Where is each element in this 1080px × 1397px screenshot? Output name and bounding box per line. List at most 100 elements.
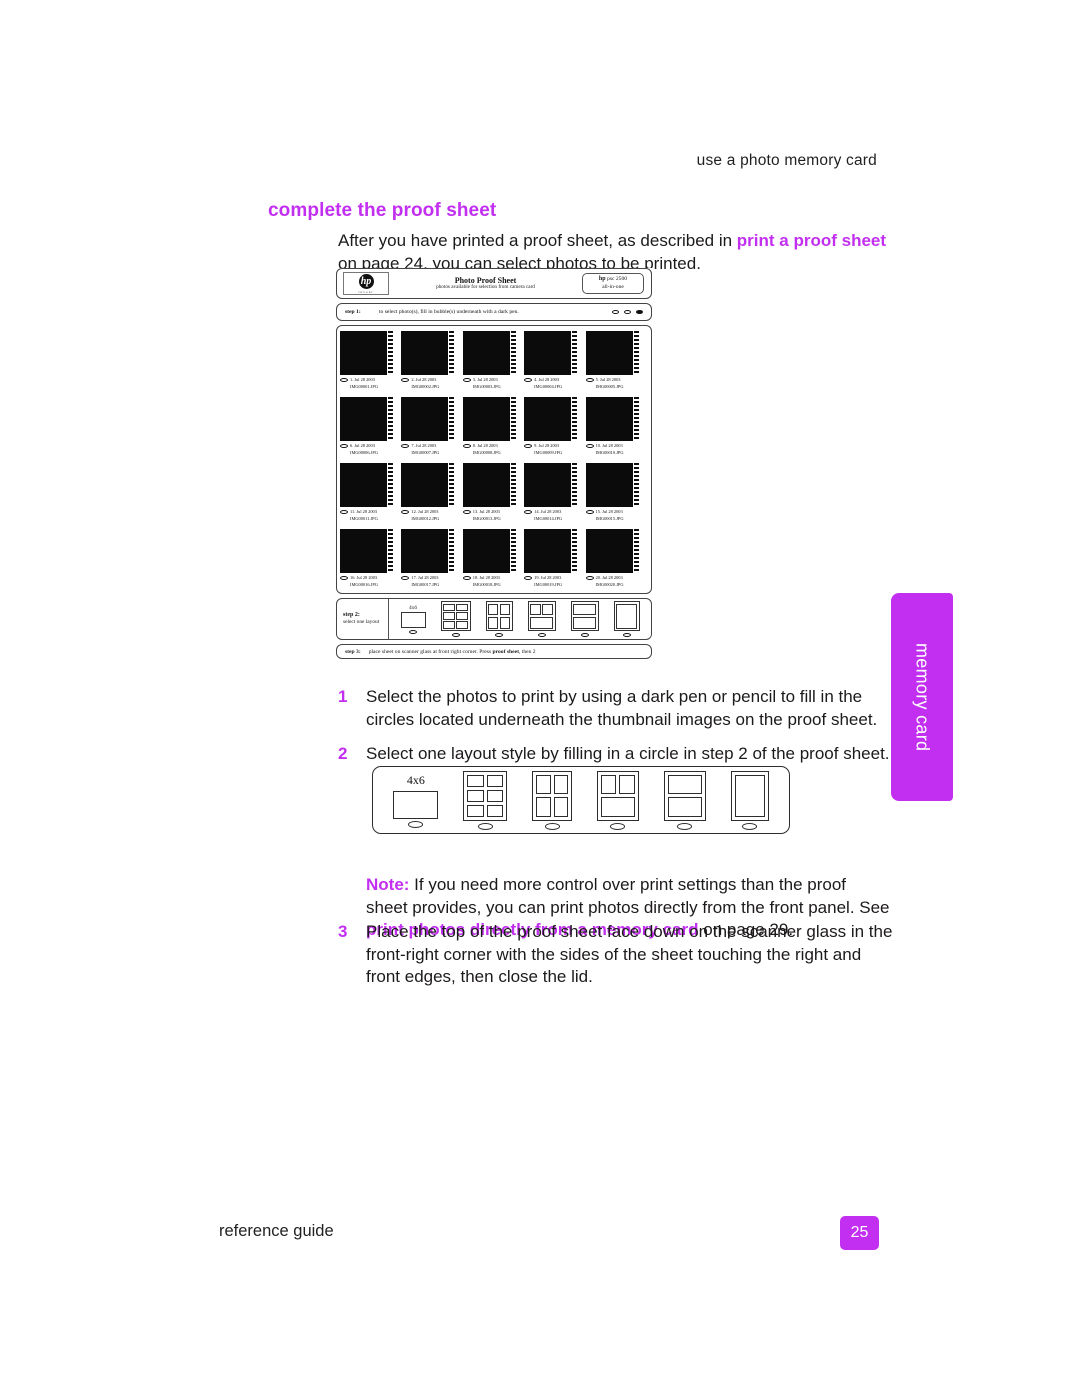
mini-layout-full-page[interactable] [613, 601, 640, 637]
thumbnail-cell[interactable]: 12. Jul 28 2003 IMG00012.JPG [401, 461, 462, 527]
mini-layout-bubble-icon[interactable] [409, 629, 417, 634]
layout-bubble-icon[interactable] [544, 822, 560, 830]
thumbnail-cell[interactable]: 11. Jul 28 2003 IMG00011.JPG [340, 461, 401, 527]
thumbnail-filename: IMG00003.JPG [472, 383, 501, 389]
selection-bubble-icon[interactable] [462, 378, 471, 382]
selection-bubble-icon[interactable] [462, 576, 471, 580]
thumbnail-cell[interactable]: 14. Jul 28 2003 IMG00014.JPG [524, 461, 585, 527]
mini-layout-four-up[interactable] [485, 601, 513, 637]
selection-bubble-icon[interactable] [401, 510, 410, 514]
selection-bubble-icon[interactable] [340, 444, 348, 448]
proof-sheet-step3-row: step 3: place sheet on scanner glass at … [336, 644, 652, 659]
layout-option-six-up[interactable] [463, 770, 508, 830]
layout-bubble-icon[interactable] [677, 822, 693, 830]
selection-bubble-icon[interactable] [524, 576, 533, 580]
layout-bubble-icon[interactable] [477, 822, 493, 830]
thumbnail-meta: 3. Jul 28 2003 IMG00003.JPG [473, 377, 501, 390]
selection-bubble-icon[interactable] [585, 444, 594, 448]
thumbnail-meta: 13. Jul 28 2003 IMG00013.JPG [473, 509, 501, 522]
proof-sheet-subtitle: photos available for selection from came… [436, 284, 535, 291]
thumbnail-filename: IMG00011.JPG [350, 515, 378, 521]
thumbnail-grid: 1. Jul 28 2003 IMG00001.JPG 2. Jul 28 2003… [336, 325, 652, 594]
layout-caption: 4x6 [406, 772, 425, 787]
layout-bubble-icon[interactable] [610, 822, 626, 830]
selection-bubble-icon[interactable] [401, 378, 410, 382]
thumbnail-cell[interactable]: 5. Jul 28 2003 IMG00005.JPG [585, 329, 647, 395]
selection-bubble-icon[interactable] [585, 576, 594, 580]
footer-label: reference guide [219, 1222, 334, 1240]
thumbnail-cell[interactable]: 6. Jul 28 2003 IMG00006.JPG [340, 395, 401, 461]
thumbnail-row: 1. Jul 28 2003 IMG00001.JPG 2. Jul 28 2003… [340, 329, 648, 395]
thumbnail-meta: 9. Jul 28 2003 IMG00009.JPG [534, 443, 562, 456]
empty-bubble-icon [624, 309, 631, 314]
thumbnail-cell[interactable]: 2. Jul 28 2003 IMG00002.JPG [401, 329, 462, 395]
selection-bubble-icon[interactable] [340, 510, 348, 514]
thumbnail-date: Jul 28 2003 [602, 575, 623, 580]
thumbnail-number: 11. [350, 509, 356, 514]
thumbnail-meta: 10. Jul 28 2003 IMG00010.JPG [596, 443, 624, 456]
thumbnail-cell[interactable]: 9. Jul 28 2003 IMG00009.JPG [524, 395, 585, 461]
mini-layout-bubble-icon[interactable] [580, 633, 589, 637]
bubble-legend [612, 309, 643, 315]
thumbnail-cell[interactable]: 7. Jul 28 2003 IMG00007.JPG [401, 395, 462, 461]
selection-bubble-icon[interactable] [462, 444, 471, 448]
mini-layout-two-up[interactable] [570, 601, 599, 637]
thumbnail-cell[interactable]: 1. Jul 28 2003 IMG00001.JPG [340, 329, 401, 395]
mini-layout-single[interactable]: 4x6 [400, 605, 426, 634]
selection-bubble-icon[interactable] [462, 510, 471, 514]
mini-layout-bubble-icon[interactable] [537, 633, 546, 637]
film-frame [524, 331, 578, 375]
selection-bubble-icon[interactable] [340, 378, 348, 382]
layout-bubble-icon[interactable] [408, 820, 424, 828]
selection-bubble-icon[interactable] [585, 510, 594, 514]
thumbnail-cell[interactable]: 16. Jul 28 2003 IMG00016.JPG [340, 527, 401, 593]
layout-bubble-icon[interactable] [742, 822, 758, 830]
thumbnail-cell[interactable]: 10. Jul 28 2003 IMG00010.JPG [585, 395, 647, 461]
thumbnail-cell[interactable]: 8. Jul 28 2003 IMG00008.JPG [462, 395, 524, 461]
step3-instruction: place sheet on scanner glass at front ri… [369, 649, 536, 655]
thumbnail-cell[interactable]: 13. Jul 28 2003 IMG00013.JPG [462, 461, 524, 527]
mini-layout-three-up[interactable] [527, 601, 556, 637]
selection-bubble-icon[interactable] [524, 378, 533, 382]
film-frame [462, 463, 516, 507]
film-perforations [449, 331, 455, 375]
layout-option-single-4x6[interactable]: 4x6 [393, 772, 439, 828]
mini-layout-bubble-icon[interactable] [451, 633, 460, 637]
thumbnail-cell[interactable]: 17. Jul 28 2003 IMG00017.JPG [401, 527, 462, 593]
film-perforations [572, 397, 578, 441]
layout-option-four-up[interactable] [532, 770, 573, 830]
thumbnail-cell[interactable]: 3. Jul 28 2003 IMG00003.JPG [462, 329, 524, 395]
film-perforations [572, 463, 578, 507]
selection-bubble-icon[interactable] [524, 444, 533, 448]
step3-button-name: proof sheet [492, 648, 519, 655]
thumbnail-cell[interactable]: 4. Jul 28 2003 IMG00004.JPG [524, 329, 585, 395]
film-frame [462, 529, 516, 573]
layout-option-full-page[interactable] [730, 770, 769, 830]
film-frame [585, 463, 639, 507]
proof-sheet-step1-row: step 1: to select photo(s), fill in bubb… [336, 303, 652, 321]
selection-bubble-icon[interactable] [524, 510, 533, 514]
film-frame [585, 331, 639, 375]
mini-layout-bubble-icon[interactable] [622, 633, 631, 637]
layout-option-three-up[interactable] [596, 770, 639, 830]
thumbnail-image [524, 331, 572, 375]
mini-layout-bubble-icon[interactable] [495, 633, 503, 637]
selection-bubble-icon[interactable] [585, 378, 594, 382]
thumbnail-filename: IMG00004.JPG [534, 383, 563, 389]
filled-bubble-icon [636, 309, 643, 315]
thumbnail-number: 9. [534, 443, 538, 448]
printer-model-badge: hp psc 2500 all-in-one [582, 273, 644, 294]
layout-option-two-up[interactable] [663, 770, 706, 830]
thumbnail-number: 1. [350, 377, 354, 382]
thumbnail-cell[interactable]: 20. Jul 28 2003 IMG00020.JPG [585, 527, 647, 593]
thumbnail-label: 7. Jul 28 2003 IMG00007.JPG [401, 443, 462, 456]
selection-bubble-icon[interactable] [401, 576, 410, 580]
selection-bubble-icon[interactable] [340, 576, 348, 580]
selection-bubble-icon[interactable] [401, 444, 410, 448]
thumbnail-cell[interactable]: 19. Jul 28 2003 IMG00019.JPG [524, 527, 585, 593]
thumbnail-cell[interactable]: 18. Jul 28 2003 IMG00018.JPG [462, 527, 524, 593]
cross-reference-link[interactable]: print a proof sheet [737, 231, 886, 250]
thumbnail-cell[interactable]: 15. Jul 28 2003 IMG00015.JPG [585, 461, 647, 527]
thumbnail-number: 5. [595, 377, 599, 382]
mini-layout-six-up[interactable] [440, 601, 471, 637]
